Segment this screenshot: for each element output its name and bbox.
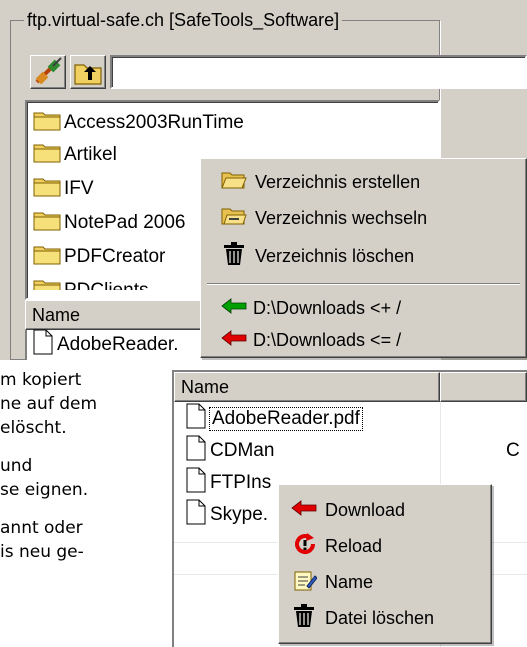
menu-separator [207,283,520,285]
menu-item-label: Verzeichnis erstellen [255,171,421,192]
document-icon [184,403,210,435]
folder-item[interactable]: NotePad 2006 [33,210,186,236]
folder-item[interactable]: IFV [33,176,94,202]
file-row[interactable]: Skype. [184,499,269,531]
reload-icon [293,532,317,561]
file-name: CDMan [210,440,275,461]
folder-icon [33,278,64,290]
folder-item[interactable]: Artikel [33,142,117,168]
file-name: AdobeReader.pdf [209,407,363,431]
file-name: AdobeReader. [57,334,179,355]
folder-icon [33,109,64,137]
text-line: annt oder [0,518,83,538]
menu-item-label: Datei löschen [325,607,435,628]
file-row[interactable]: AdobeReader. [31,329,179,361]
ftp-panel: ftp.virtual-safe.ch [SafeTools_Software]… [0,0,527,360]
folder-icon [33,209,64,237]
arrow-left-red-icon [291,499,317,521]
connect-plug-icon [31,57,65,92]
menu-item-label: D:\Downloads <= / [253,329,402,350]
menu-item-upload-replace[interactable]: D:\Downloads <= / [201,325,526,355]
folder-up-button[interactable] [70,55,106,89]
menu-item-label: Verzeichnis löschen [255,245,415,266]
menu-item-delete-folder[interactable]: Verzeichnis löschen [201,239,526,273]
folder-context-menu: Verzeichnis erstellen Verzeichnis wechse… [200,158,527,358]
arrow-left-red-icon [221,329,247,351]
folder-label: PDClients [64,280,149,300]
file-extra: C [506,440,520,461]
name-column-label: Name [181,376,230,397]
document-icon [184,435,210,467]
name-column-label: Name [32,304,81,325]
folder-label: Access2003RunTime [64,112,244,133]
arrow-left-green-icon [221,297,247,319]
size-column-header[interactable] [440,372,527,402]
folder-label: PDFCreator [64,246,166,267]
file-name: Skype. [210,504,269,525]
text-line: se eignen. [0,480,89,500]
connect-button[interactable] [30,55,66,89]
document-icon [184,467,210,499]
file-row[interactable]: FTPIns [184,467,272,499]
name-column-header[interactable]: Name [174,372,440,402]
folder-up-icon [71,64,105,92]
text-line: is neu ge- [0,542,84,562]
menu-item-create-folder[interactable]: Verzeichnis erstellen [201,165,526,199]
menu-item-label: Reload [325,535,383,556]
menu-item-label: Verzeichnis wechseln [255,207,428,228]
panel-title: ftp.virtual-safe.ch [SafeTools_Software] [24,9,343,31]
menu-item-delete-file[interactable]: Datei löschen [279,601,491,635]
menu-item-rename[interactable]: Name [279,565,491,599]
folder-change-icon [221,206,247,231]
text-line: m kopiert [0,370,82,390]
folder-open-icon [221,170,247,195]
trash-icon [223,241,245,271]
file-list-panel: Name AdobeReader.pdf CDMan C FTPIns Skyp… [172,370,527,647]
menu-item-reload[interactable]: Reload [279,529,491,563]
file-list-header: Name [174,372,527,402]
path-input[interactable] [110,55,527,89]
text-line: und [0,456,33,476]
text-line: ne auf dem [0,394,98,414]
document-icon [184,499,210,531]
file-context-menu: Download Reload Name Datei löschen [278,484,492,644]
menu-item-label: Download [325,499,406,520]
file-row[interactable]: CDMan C [184,435,520,467]
file-row[interactable]: AdobeReader.pdf [184,403,363,435]
folder-icon [33,175,64,203]
folder-label: NotePad 2006 [64,212,186,233]
folder-label: Artikel [64,144,117,165]
folder-item[interactable]: PDFCreator [33,244,165,270]
folder-item[interactable]: PDClients [33,278,149,300]
menu-item-upload-add[interactable]: D:\Downloads <+ / [201,293,526,323]
trash-icon [293,603,315,633]
folder-item[interactable]: Access2003RunTime [33,110,244,136]
document-icon [31,329,57,361]
folder-label: IFV [64,178,94,199]
text-line: elöscht. [0,418,67,438]
rename-icon [293,568,318,597]
menu-item-label: Name [325,571,374,592]
file-name: FTPIns [210,472,272,493]
menu-item-change-folder[interactable]: Verzeichnis wechseln [201,201,526,235]
menu-item-download[interactable]: Download [279,493,491,527]
menu-item-label: D:\Downloads <+ / [253,297,402,318]
folder-icon [33,243,64,271]
folder-icon [33,141,64,169]
